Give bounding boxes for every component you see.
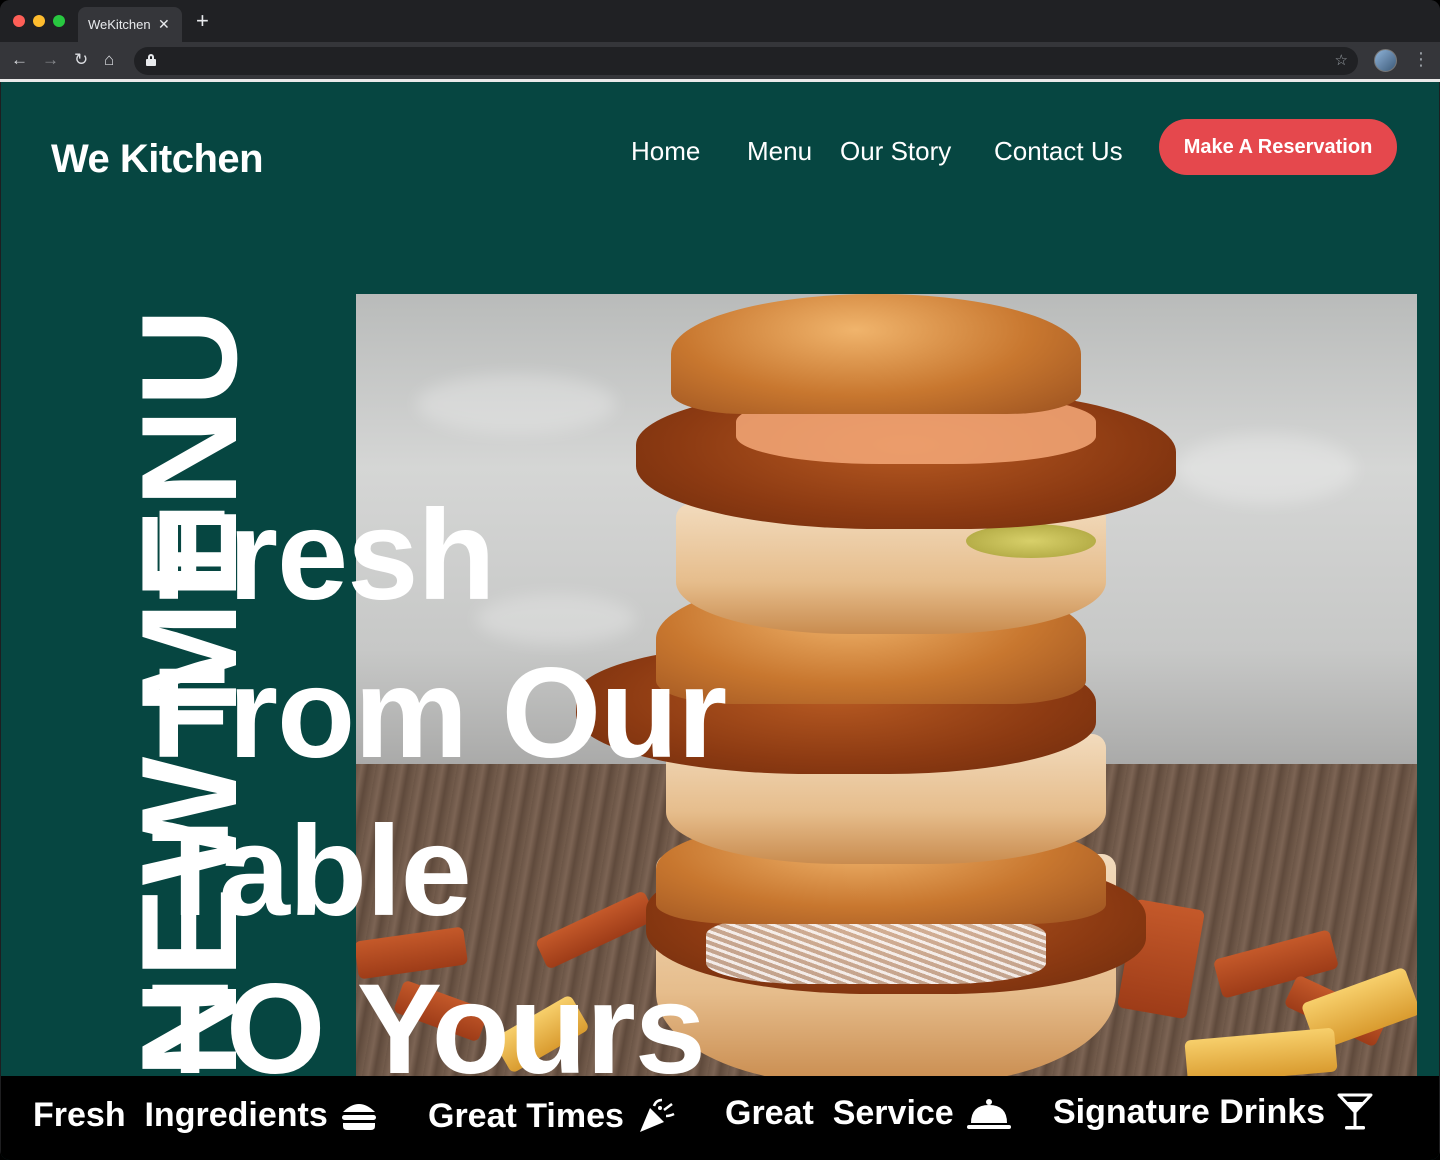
profile-avatar[interactable] [1374,49,1397,72]
forward-arrow-icon[interactable]: → [42,50,59,70]
web-page: We Kitchen Home Menu Our Story Contact U… [1,82,1439,1160]
maximize-window-button[interactable] [53,15,65,27]
back-arrow-icon[interactable]: ← [11,50,28,70]
new-tab-icon[interactable]: + [196,10,209,32]
feature-fresh-ingredients: Fresh Ingredients [33,1096,378,1135]
feature-bar: Fresh Ingredients Great Times Great Serv… [1,1076,1439,1160]
feature-label: Great Service [725,1094,954,1132]
cloche-icon [966,1098,1011,1129]
close-window-button[interactable] [13,15,25,27]
make-reservation-button[interactable]: Make A Reservation [1159,119,1397,175]
headline-line-2: From Our [151,642,727,785]
lock-icon [146,54,156,66]
tab-title: WeKitchen [88,17,151,32]
nav-home[interactable]: Home [631,136,700,167]
headline-line-3: Table [151,800,472,943]
feature-label: Great Times [428,1096,624,1135]
feature-great-times: Great Times [428,1096,676,1136]
browser-window: WeKitchen ✕ + ← → ↻ ⌂ ☆ ⋮ We Kitchen Hom… [0,0,1440,1160]
more-menu-icon[interactable]: ⋮ [1412,49,1430,69]
home-icon[interactable]: ⌂ [104,50,114,70]
tab-close-icon[interactable]: ✕ [158,15,170,33]
nav-contact-us[interactable]: Contact Us [994,136,1123,167]
bookmark-star-icon[interactable]: ☆ [1335,51,1348,69]
hero-headline: Fresh From Our Table TO Yours [151,477,727,1109]
headline-line-1: Fresh [151,484,496,627]
browser-tab[interactable]: WeKitchen ✕ [78,7,182,42]
address-bar[interactable]: ☆ [134,47,1358,75]
party-popper-icon [639,1098,675,1132]
brand-logo[interactable]: We Kitchen [51,137,264,182]
feature-great-service: Great Service [725,1094,1012,1133]
feature-signature-drinks: Signature Drinks [1053,1092,1373,1132]
nav-menu[interactable]: Menu [747,136,812,167]
nav-our-story[interactable]: Our Story [840,136,951,167]
reload-icon[interactable]: ↻ [74,50,88,70]
feature-label: Fresh Ingredients [33,1096,328,1134]
burger-icon [341,1103,376,1130]
minimize-window-button[interactable] [33,15,45,27]
feature-label: Signature Drinks [1053,1092,1326,1131]
cocktail-icon [1337,1093,1373,1130]
browser-toolbar: ← → ↻ ⌂ ☆ ⋮ [0,42,1440,79]
tab-strip: WeKitchen ✕ + [0,0,1440,42]
